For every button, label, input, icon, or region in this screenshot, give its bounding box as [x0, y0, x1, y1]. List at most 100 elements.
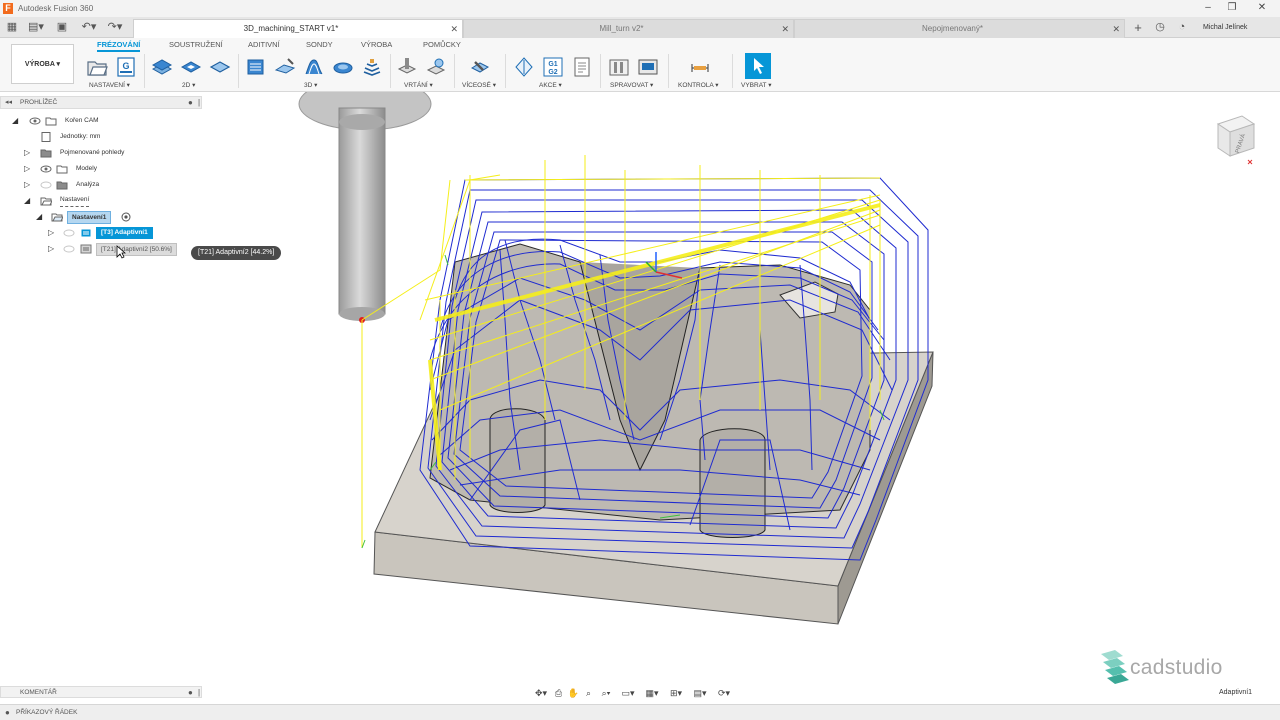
expand-triangle-icon[interactable]: ▷ — [24, 162, 30, 176]
tab-frezovani[interactable]: FRÉZOVÁNÍ — [97, 40, 141, 52]
display-settings-icon[interactable]: ▭▾ — [617, 688, 639, 699]
new-tab-button[interactable]: + — [1131, 20, 1145, 35]
job-status-icon[interactable]: ◷ — [1153, 20, 1167, 35]
3d-scallop-icon[interactable] — [332, 56, 354, 78]
3d-pocket-icon[interactable] — [274, 56, 296, 78]
grid-settings-icon[interactable]: ▦▾ — [641, 688, 663, 699]
tab-vyroba[interactable]: VÝROBA — [361, 40, 392, 49]
zoom-window-icon[interactable]: ⌕▾ — [597, 688, 615, 699]
3d-adaptive-icon[interactable] — [245, 56, 267, 78]
tree-item-setup1[interactable]: ◢ Nastavení1 — [0, 210, 202, 224]
2d-adaptive-icon[interactable] — [151, 56, 173, 78]
comments-panel[interactable]: KOMENTÁŘ ● | — [0, 686, 202, 698]
help-icon[interactable]: ◔ — [1175, 20, 1189, 35]
group-nastaveni[interactable]: NASTAVENÍ ▾ — [89, 81, 130, 89]
zoom-icon[interactable]: ⌕ — [582, 688, 595, 699]
close-icon[interactable]: ✕ — [781, 20, 789, 38]
comments-resize-handle[interactable]: | — [198, 687, 200, 698]
redo-icon[interactable]: ↷▾ — [104, 20, 126, 35]
collapse-triangle-icon[interactable]: ◢ — [24, 194, 30, 208]
expand-triangle-icon[interactable]: ▷ — [24, 178, 30, 192]
group-3d[interactable]: 3D ▾ — [304, 81, 317, 89]
browser-resize-handle[interactable]: | — [198, 97, 200, 109]
collapse-browser-icon[interactable]: ◂◂ — [5, 97, 12, 109]
eye-icon[interactable] — [40, 164, 52, 174]
3d-contour-icon[interactable] — [361, 56, 383, 78]
post-process-icon[interactable]: G1 G2 — [542, 56, 564, 78]
environment-icon[interactable]: ▤▾ — [689, 688, 711, 699]
2d-pocket-icon[interactable] — [180, 56, 202, 78]
group-vrtani[interactable]: VRTÁNÍ ▾ — [404, 81, 433, 89]
tab-soustruzeni[interactable]: SOUSTRUŽENÍ — [169, 40, 223, 49]
expand-triangle-icon[interactable]: ▷ — [48, 226, 54, 240]
collapse-triangle-icon[interactable]: ◢ — [36, 210, 42, 224]
tree-item-named-views[interactable]: ▷ Pojmenované pohledy — [0, 146, 202, 160]
simulate-icon[interactable] — [513, 56, 535, 78]
fusion-logo-icon: F — [3, 3, 13, 14]
view-cube[interactable]: PRAVÁ — [1212, 110, 1262, 170]
viewports-icon[interactable]: ⊞▾ — [665, 688, 687, 699]
minimize-button[interactable]: – — [1196, 1, 1220, 15]
workspace-switcher-button[interactable]: VÝROBA ▾ — [11, 44, 74, 84]
tab-unnamed[interactable]: Nepojmenovaný* ✕ — [794, 19, 1125, 38]
measure-icon[interactable] — [689, 56, 711, 78]
add-comment-icon[interactable]: ● — [188, 687, 193, 698]
tab-sondy[interactable]: SONDY — [306, 40, 333, 49]
drill-icon[interactable] — [396, 56, 418, 78]
tab-mill-turn[interactable]: Mill_turn v2* ✕ — [463, 19, 794, 38]
refresh-icon[interactable]: ⟳▾ — [713, 688, 735, 699]
command-line-options-icon[interactable]: ● — [5, 705, 10, 720]
tab-3d-machining[interactable]: 3D_machining_START v1* ✕ — [133, 19, 463, 38]
user-name[interactable]: Michal Jelínek — [1203, 20, 1247, 35]
tab-aditivni[interactable]: ADITIVNÍ — [248, 40, 280, 49]
machine-library-icon[interactable] — [637, 56, 659, 78]
nc-program-icon[interactable]: G — [115, 56, 137, 78]
group-2d[interactable]: 2D ▾ — [182, 81, 195, 89]
close-window-button[interactable]: ✕ — [1250, 1, 1274, 15]
multiaxis-icon[interactable] — [469, 56, 491, 78]
tree-item-setups[interactable]: ◢ Nastavení — [0, 194, 202, 208]
tree-item-label: Jednotky: mm — [60, 133, 101, 140]
file-menu-icon[interactable]: ▤▾ — [26, 20, 46, 35]
eye-icon[interactable] — [29, 116, 41, 126]
navigation-toolbar: ✥▾ ⎙ ✋ ⌕ ⌕▾ ▭▾ ▦▾ ⊞▾ ▤▾ ⟳▾ — [532, 685, 747, 701]
setup-sheet-icon[interactable] — [571, 56, 593, 78]
close-icon[interactable]: ✕ — [1112, 20, 1120, 38]
save-icon[interactable]: ▣ — [55, 20, 69, 35]
tab-pomucky[interactable]: POMŮCKY — [423, 40, 461, 49]
collapse-triangle-icon[interactable]: ◢ — [12, 114, 18, 128]
tree-item-adaptive1[interactable]: ▷ [T3] Adaptivní1 — [0, 226, 202, 240]
tree-item-adaptive2[interactable]: ▷ [T21] Adaptivní2 [50.6%] — [0, 242, 202, 256]
browser-options-icon[interactable]: ● — [188, 97, 193, 109]
undo-icon[interactable]: ↶▾ — [78, 20, 100, 35]
folder-icon — [56, 181, 68, 190]
select-icon[interactable] — [745, 53, 771, 79]
look-at-icon[interactable]: ⎙ — [552, 688, 565, 699]
hole-recognition-icon[interactable] — [425, 56, 447, 78]
orbit-icon[interactable]: ✥▾ — [532, 688, 550, 699]
3d-parallel-icon[interactable] — [303, 56, 325, 78]
2d-contour-icon[interactable] — [209, 56, 231, 78]
pan-icon[interactable]: ✋ — [567, 688, 580, 699]
command-line-bar[interactable]: ● PŘÍKAZOVÝ ŘÁDEK — [0, 704, 1280, 720]
group-vybrat[interactable]: VYBRAT ▾ — [741, 81, 771, 89]
expand-triangle-icon[interactable]: ▷ — [48, 242, 54, 256]
group-spravovat[interactable]: SPRAVOVAT ▾ — [610, 81, 653, 89]
group-kontrola[interactable]: KONTROLA ▾ — [678, 81, 718, 89]
expand-triangle-icon[interactable]: ▷ — [24, 146, 30, 160]
eye-hidden-icon[interactable] — [40, 180, 52, 190]
close-icon[interactable]: ✕ — [450, 20, 458, 38]
maximize-button[interactable]: ❐ — [1220, 1, 1244, 15]
tree-item-models[interactable]: ▷ Modely — [0, 162, 202, 176]
tree-item-units[interactable]: Jednotky: mm — [0, 130, 202, 144]
app-grid-icon[interactable]: ▦ — [5, 20, 19, 35]
eye-hidden-icon[interactable] — [63, 228, 75, 238]
group-akce[interactable]: AKCE ▾ — [539, 81, 562, 89]
tool-library-icon[interactable] — [608, 56, 630, 78]
group-viceose[interactable]: VÍCEOSÉ ▾ — [462, 81, 496, 89]
tree-item-cam-root[interactable]: ◢ Kořen CAM — [0, 114, 202, 128]
activate-target-icon[interactable] — [120, 212, 132, 222]
eye-hidden-icon[interactable] — [63, 244, 75, 254]
tree-item-analysis[interactable]: ▷ Analýza — [0, 178, 202, 192]
folder-setup-icon[interactable] — [86, 56, 108, 78]
